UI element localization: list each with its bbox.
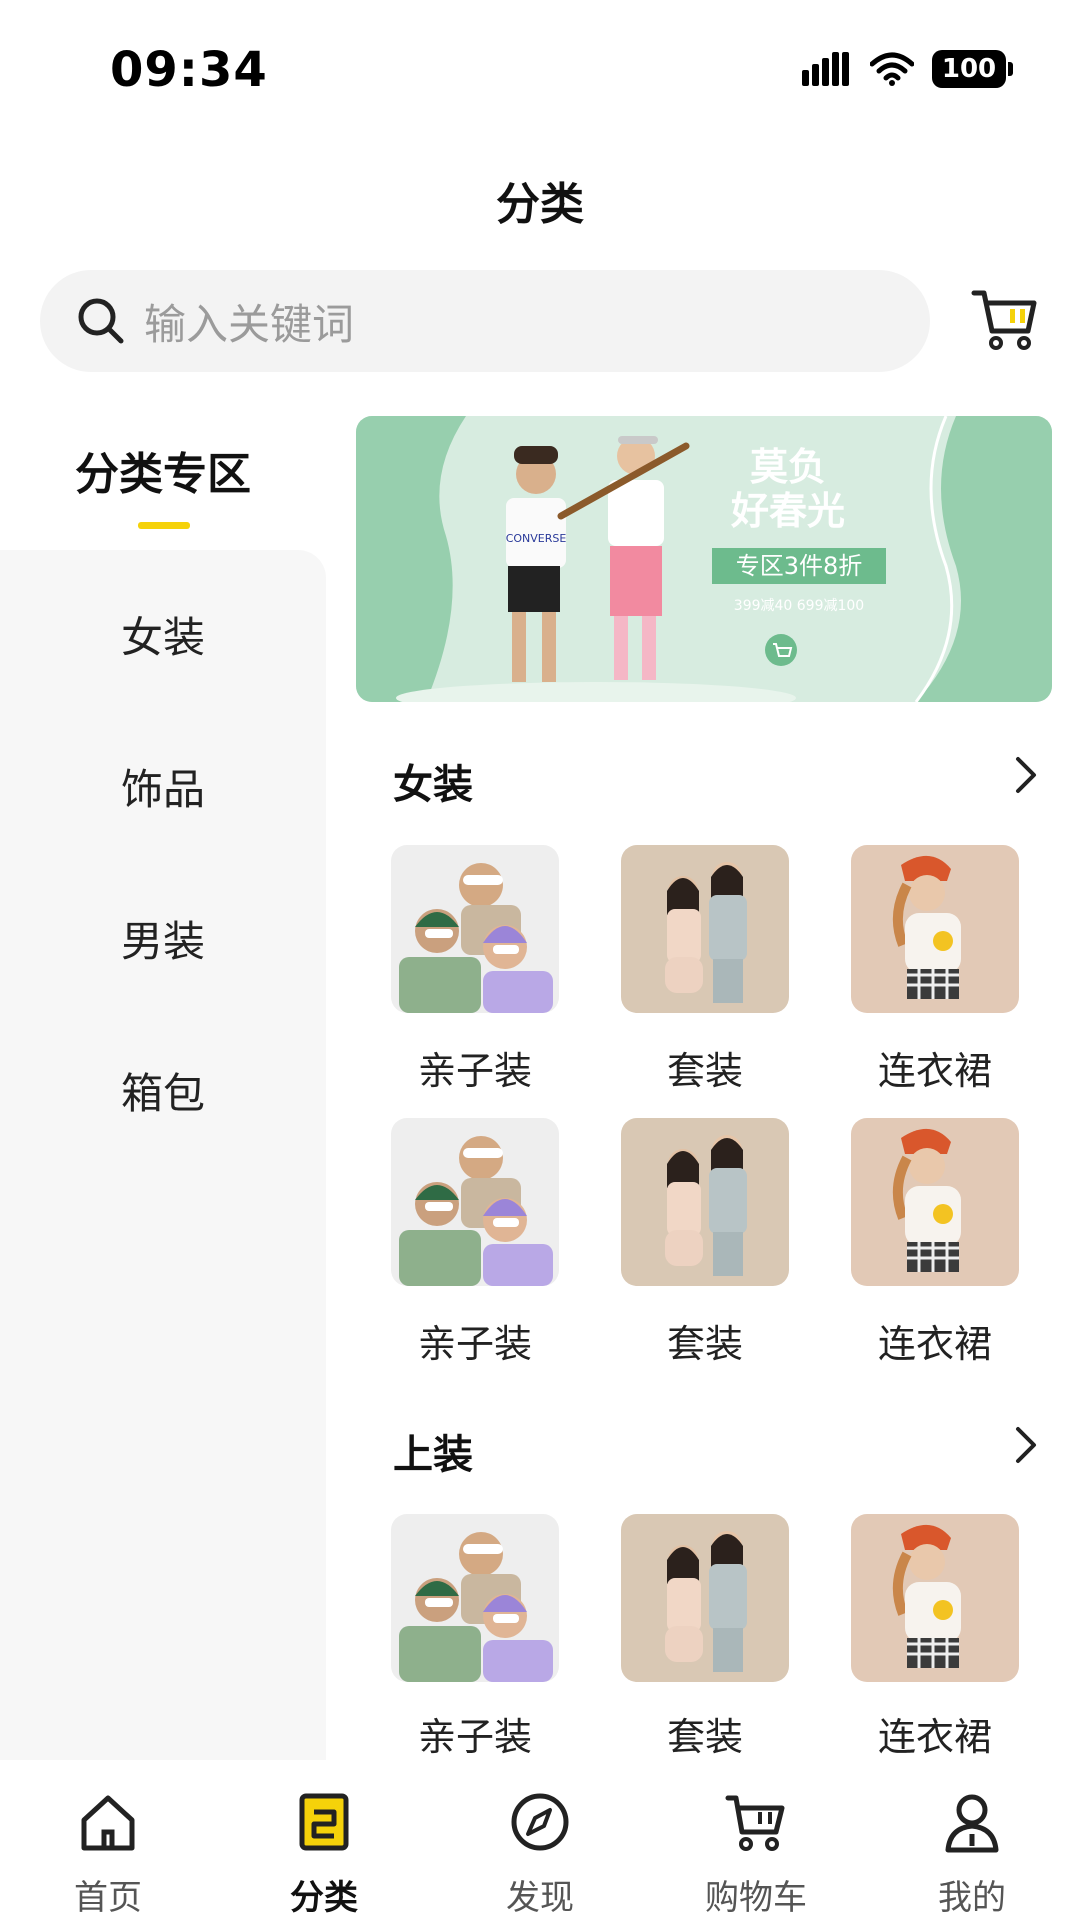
banner-cart-icon [765,634,797,666]
sidebar-title[interactable]: 分类专区 [0,438,326,502]
category-thumb-dress[interactable] [851,1118,1019,1286]
tab-discover[interactable]: 发现 [432,1760,648,1920]
category-thumb-dress[interactable] [851,1514,1019,1682]
category-label: 亲子装 [417,1715,532,1759]
section-title-tops: 上装 [393,1432,473,1478]
dress-photo [851,845,1019,1013]
family-photo [391,1514,559,1682]
home-icon [81,1795,135,1851]
page-title: 分类 [496,179,584,230]
search-input[interactable]: 输入关键词 [40,270,930,372]
search-icon [78,298,124,344]
banner-artwork: CONVERSE 莫负 好春光 专区3件8折 399减40 699减100 [356,416,1052,702]
category-thumb-dress[interactable] [851,845,1019,1013]
bottom-tab-bar: 首页 分类 发现 购物车 我的 [0,1760,1080,1920]
category-thumb-set[interactable] [621,1514,789,1682]
category-label: 连衣裙 [877,1322,992,1366]
category-label: 套装 [666,1715,743,1759]
cart-icon[interactable] [970,285,1040,355]
sidebar-item-accessories[interactable]: 饰品 [0,756,326,817]
dress-photo [851,1118,1019,1286]
tab-profile[interactable]: 我的 [864,1760,1080,1920]
set-photo [621,1514,789,1682]
category-icon [299,1793,349,1851]
category-label: 连衣裙 [877,1715,992,1759]
category-label: 连衣裙 [877,1049,992,1093]
search-placeholder: 输入关键词 [144,299,355,349]
promo-banner[interactable]: CONVERSE 莫负 好春光 专区3件8折 399减40 699减100 [356,416,1052,702]
banner-promo: 399减40 699减100 [734,598,864,614]
category-label: 套装 [666,1049,743,1093]
tab-label: 首页 [74,1878,142,1918]
wifi-icon [870,52,914,86]
set-photo [621,845,789,1013]
dress-photo [851,1514,1019,1682]
battery-icon: 100 [932,50,1013,88]
set-photo [621,1118,789,1286]
tab-label: 分类 [290,1878,358,1918]
category-label: 套装 [666,1322,743,1366]
category-label: 亲子装 [417,1322,532,1366]
sidebar-item-men[interactable]: 男装 [0,908,326,969]
tab-label: 购物车 [705,1878,807,1918]
family-photo [391,845,559,1013]
tab-home[interactable]: 首页 [0,1760,216,1920]
chevron-right-icon[interactable] [1010,755,1040,795]
category-thumb-family[interactable] [391,1514,559,1682]
chevron-right-icon[interactable] [1010,1425,1040,1465]
tab-cart[interactable]: 购物车 [648,1760,864,1920]
category-label: 亲子装 [417,1049,532,1093]
banner-shirt-text: CONVERSE [506,532,567,545]
banner-title-line2: 好春光 [730,489,845,533]
tab-category[interactable]: 分类 [216,1760,432,1920]
category-thumb-family[interactable] [391,1118,559,1286]
sidebar-title-indicator [138,522,190,529]
tab-label: 发现 [506,1878,574,1918]
sidebar-item-women[interactable]: 女装 [0,604,326,665]
category-thumb-family[interactable] [391,845,559,1013]
family-photo [391,1118,559,1286]
status-icons: 100 [802,50,1013,88]
status-bar: 09:34 100 [0,0,1080,140]
category-thumb-set[interactable] [621,1118,789,1286]
category-thumb-set[interactable] [621,845,789,1013]
user-icon [945,1794,999,1853]
status-time: 09:34 [110,42,268,98]
sidebar: 女装 饰品 男装 箱包 [0,550,326,1760]
cart-icon [725,1795,785,1851]
banner-tag: 专区3件8折 [736,552,863,580]
compass-icon [511,1793,569,1851]
section-title-women: 女装 [393,762,473,808]
sidebar-item-bags[interactable]: 箱包 [0,1060,326,1121]
signal-icon [802,52,849,86]
tab-label: 我的 [938,1878,1006,1918]
banner-title-line1: 莫负 [750,445,826,489]
